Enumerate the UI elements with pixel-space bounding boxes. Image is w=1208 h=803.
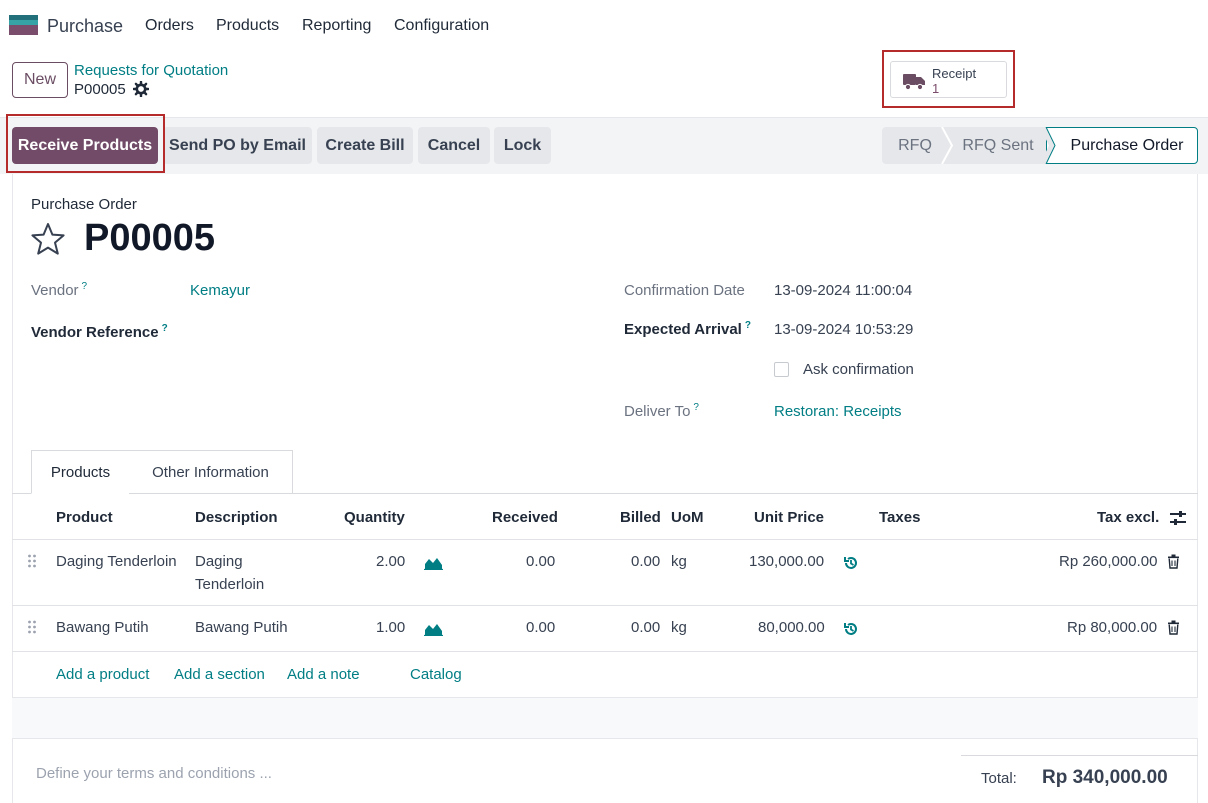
ask-confirmation-checkbox[interactable]: [774, 362, 789, 377]
record-kind-label: Purchase Order: [31, 196, 137, 213]
row1-product[interactable]: Daging Tenderloin: [56, 553, 177, 570]
row2-received: 0.00: [526, 619, 556, 636]
col-unit-price[interactable]: Unit Price: [754, 509, 824, 526]
forecast-chart-icon[interactable]: [424, 556, 443, 570]
forecast-chart-icon[interactable]: [424, 622, 443, 636]
expected-arrival-label: Expected Arrival?: [624, 320, 751, 338]
menu-orders[interactable]: Orders: [145, 17, 194, 35]
optional-columns-icon[interactable]: [1169, 510, 1187, 526]
col-description[interactable]: Description: [195, 509, 278, 526]
highlight-box-receipt: [882, 50, 1015, 108]
col-received[interactable]: Received: [492, 509, 558, 526]
trash-icon[interactable]: [1167, 554, 1180, 569]
confirmation-date-label: Confirmation Date: [624, 282, 745, 299]
col-uom[interactable]: UoM: [671, 509, 704, 526]
confirmation-date-field[interactable]: 13-09-2024 11:00:04: [774, 282, 912, 299]
vendor-reference-input[interactable]: [190, 318, 570, 346]
trash-icon[interactable]: [1167, 620, 1180, 635]
deliver-to-field[interactable]: Restoran: Receipts: [774, 403, 902, 420]
purchase-app-icon[interactable]: [9, 15, 38, 35]
catalog-link[interactable]: Catalog: [410, 666, 462, 683]
lock-button[interactable]: Lock: [494, 127, 551, 164]
total-label: Total:: [981, 770, 1017, 787]
col-tax-excl[interactable]: Tax excl.: [1097, 509, 1159, 526]
row1-received: 0.00: [526, 553, 556, 570]
col-quantity[interactable]: Quantity: [344, 509, 405, 526]
menu-products[interactable]: Products: [216, 17, 279, 35]
row1-quantity[interactable]: 2.00: [376, 553, 405, 570]
price-history-icon[interactable]: [843, 555, 859, 571]
add-note-link[interactable]: Add a note: [287, 666, 360, 683]
row1-subtotal: Rp 260,000.00: [1059, 553, 1158, 570]
status-active-arrow: [1040, 127, 1056, 164]
row1-description-line2[interactable]: Tenderloin: [195, 576, 264, 593]
total-divider: [961, 755, 1198, 756]
header-divider: [12, 539, 1198, 540]
row1-billed: 0.00: [631, 553, 661, 570]
row1-unit-price[interactable]: 130,000.00: [749, 553, 824, 570]
highlight-box-receive: [6, 114, 165, 173]
row2-unit-price[interactable]: 80,000.00: [758, 619, 825, 636]
total-amount: Rp 340,000.00: [1042, 767, 1168, 788]
row2-uom[interactable]: kg: [671, 619, 687, 636]
star-icon[interactable]: [30, 222, 66, 256]
table-footer-band: [12, 697, 1198, 739]
col-product[interactable]: Product: [56, 509, 113, 526]
row1-description-line1[interactable]: Daging: [195, 553, 243, 570]
col-billed[interactable]: Billed: [620, 509, 661, 526]
row2-description-line1[interactable]: Bawang Putih: [195, 619, 288, 636]
add-product-link[interactable]: Add a product: [56, 666, 149, 683]
create-bill-button[interactable]: Create Bill: [317, 127, 413, 164]
deliver-to-label: Deliver To?: [624, 402, 699, 420]
menu-configuration[interactable]: Configuration: [394, 17, 489, 35]
row2-subtotal: Rp 80,000.00: [1067, 619, 1158, 636]
tab-products[interactable]: Products: [31, 450, 130, 494]
vendor-reference-label: Vendor Reference?: [31, 323, 168, 341]
terms-conditions-input[interactable]: Define your terms and conditions ...: [36, 765, 272, 782]
ask-confirmation-label: Ask confirmation: [803, 361, 914, 378]
row2-billed: 0.00: [631, 619, 661, 636]
col-taxes[interactable]: Taxes: [879, 509, 920, 526]
row-divider: [12, 651, 1198, 652]
row2-product[interactable]: Bawang Putih: [56, 619, 149, 636]
vendor-field[interactable]: Kemayur: [190, 282, 250, 299]
add-section-link[interactable]: Add a section: [174, 666, 265, 683]
send-po-email-button[interactable]: Send PO by Email: [163, 127, 312, 164]
status-rfq[interactable]: RFQ: [882, 127, 948, 164]
tab-other-information[interactable]: Other Information: [129, 450, 293, 494]
breadcrumb-current: P00005: [74, 81, 126, 98]
drag-handle-icon[interactable]: [27, 620, 37, 634]
app-name[interactable]: Purchase: [47, 16, 123, 37]
expected-arrival-field[interactable]: 13-09-2024 10:53:29: [774, 321, 913, 338]
status-purchase-order[interactable]: Purchase Order: [1046, 127, 1198, 164]
price-history-icon[interactable]: [843, 621, 859, 637]
row1-uom[interactable]: kg: [671, 553, 687, 570]
vendor-label: Vendor?: [31, 281, 88, 299]
gear-icon[interactable]: [133, 81, 149, 97]
drag-handle-icon[interactable]: [27, 554, 37, 568]
record-title: P00005: [84, 217, 216, 259]
status-separator: [941, 127, 954, 164]
cancel-button[interactable]: Cancel: [418, 127, 490, 164]
status-rfq-sent[interactable]: RFQ Sent: [946, 127, 1050, 164]
row2-quantity[interactable]: 1.00: [376, 619, 405, 636]
row-divider: [12, 605, 1198, 606]
menu-reporting[interactable]: Reporting: [302, 17, 371, 35]
breadcrumb-rfq-link[interactable]: Requests for Quotation: [74, 62, 228, 79]
new-button[interactable]: New: [12, 62, 68, 98]
